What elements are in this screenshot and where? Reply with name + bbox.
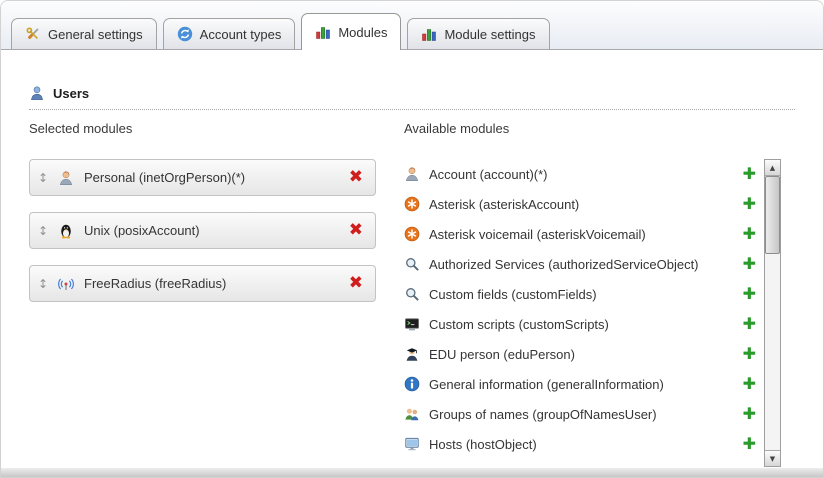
available-module-row: Asterisk voicemail (asteriskVoicemail) ✚ — [404, 219, 758, 249]
add-module-button[interactable]: ✚ — [743, 436, 758, 452]
available-module-row: General information (generalInformation)… — [404, 369, 758, 399]
add-module-button[interactable]: ✚ — [743, 286, 758, 302]
selected-module-row-personal[interactable]: ↕ Personal (inetOrgPerson)(*) ✖ — [29, 159, 376, 196]
selected-module-label: Unix (posixAccount) — [84, 223, 347, 238]
terminal-icon — [404, 316, 420, 332]
available-module-row: Authorized Services (authorizedServiceOb… — [404, 249, 758, 279]
available-module-label: EDU person (eduPerson) — [429, 347, 734, 362]
scrollbar[interactable]: ▲ ▼ — [764, 159, 781, 467]
available-module-label: Groups of names (groupOfNamesUser) — [429, 407, 734, 422]
selected-module-label: Personal (inetOrgPerson)(*) — [84, 170, 347, 185]
tab-label: Module settings — [444, 27, 535, 42]
available-module-label: Hosts (hostObject) — [429, 437, 734, 452]
info-icon — [404, 376, 420, 392]
selected-modules-heading: Selected modules — [29, 121, 376, 137]
bar-chart-icon — [421, 26, 437, 42]
section-title: Users — [53, 86, 89, 101]
scrollbar-thumb[interactable] — [765, 176, 780, 254]
add-module-button[interactable]: ✚ — [743, 406, 758, 422]
available-modules-column: Available modules Account (account)(*) ✚ — [404, 121, 783, 459]
add-module-button[interactable]: ✚ — [743, 316, 758, 332]
tab-module-settings[interactable]: Module settings — [407, 18, 549, 49]
host-icon — [404, 436, 420, 452]
tab-bar: General settings Account types — [1, 1, 823, 50]
available-module-label: General information (generalInformation) — [429, 377, 734, 392]
refresh-icon — [177, 26, 193, 42]
selected-modules-list: ↕ Personal (inetOrgPerson)(*) ✖ ↕ — [29, 159, 376, 302]
available-module-row: Account (account)(*) ✚ — [404, 159, 758, 189]
available-module-row: Custom scripts (customScripts) ✚ — [404, 309, 758, 339]
selected-module-row-freeradius[interactable]: ↕ FreeRadius (freeRadius) ✖ — [29, 265, 376, 302]
available-module-label: Asterisk voicemail (asteriskVoicemail) — [429, 227, 734, 242]
selected-modules-column: Selected modules ↕ Personal (inetOrgPers… — [29, 121, 376, 318]
magnifier-icon — [404, 256, 420, 272]
scrollbar-track[interactable] — [765, 176, 780, 450]
drag-handle-icon[interactable]: ↕ — [38, 224, 58, 238]
tab-label: General settings — [48, 27, 143, 42]
scroll-down-button[interactable]: ▼ — [765, 450, 780, 466]
tab-label: Modules — [338, 25, 387, 40]
available-modules-list: Account (account)(*) ✚ Asterisk (asteris… — [404, 159, 758, 459]
add-module-button[interactable]: ✚ — [743, 256, 758, 272]
add-module-button[interactable]: ✚ — [743, 376, 758, 392]
magnifier-icon — [404, 286, 420, 302]
tab-general-settings[interactable]: General settings — [11, 18, 157, 49]
remove-module-button[interactable]: ✖ — [347, 275, 365, 292]
section-heading: Users — [29, 85, 795, 110]
tab-modules[interactable]: Modules — [301, 13, 401, 50]
asterisk-icon — [404, 226, 420, 242]
available-module-row: Custom fields (customFields) ✚ — [404, 279, 758, 309]
edu-person-icon — [404, 346, 420, 362]
add-module-button[interactable]: ✚ — [743, 166, 758, 182]
available-module-label: Custom fields (customFields) — [429, 287, 734, 302]
available-module-row: Groups of names (groupOfNamesUser) ✚ — [404, 399, 758, 429]
add-module-button[interactable]: ✚ — [743, 196, 758, 212]
drag-handle-icon[interactable]: ↕ — [38, 277, 58, 291]
available-module-row: Hosts (hostObject) ✚ — [404, 429, 758, 459]
bar-chart-icon — [315, 24, 331, 40]
remove-module-button[interactable]: ✖ — [347, 222, 365, 239]
antenna-icon — [58, 276, 74, 292]
tools-icon — [25, 26, 41, 42]
group-icon — [404, 406, 420, 422]
penguin-icon — [58, 223, 74, 239]
person-icon — [58, 170, 74, 186]
tab-account-types[interactable]: Account types — [163, 18, 296, 49]
add-module-button[interactable]: ✚ — [743, 346, 758, 362]
available-module-label: Authorized Services (authorizedServiceOb… — [429, 257, 734, 272]
tab-label: Account types — [200, 27, 282, 42]
drag-handle-icon[interactable]: ↕ — [38, 171, 58, 185]
bottom-edge — [1, 468, 823, 477]
users-icon — [29, 85, 45, 101]
scroll-up-button[interactable]: ▲ — [765, 160, 780, 176]
person-icon — [404, 166, 420, 182]
available-module-label: Custom scripts (customScripts) — [429, 317, 734, 332]
available-module-row: Asterisk (asteriskAccount) ✚ — [404, 189, 758, 219]
config-page: General settings Account types — [0, 0, 824, 478]
available-module-label: Asterisk (asteriskAccount) — [429, 197, 734, 212]
remove-module-button[interactable]: ✖ — [347, 169, 365, 186]
asterisk-icon — [404, 196, 420, 212]
selected-module-label: FreeRadius (freeRadius) — [84, 276, 347, 291]
available-module-label: Account (account)(*) — [429, 167, 734, 182]
available-modules-heading: Available modules — [404, 121, 783, 137]
add-module-button[interactable]: ✚ — [743, 226, 758, 242]
available-module-row: EDU person (eduPerson) ✚ — [404, 339, 758, 369]
selected-module-row-unix[interactable]: ↕ Unix (posixAccount) ✖ — [29, 212, 376, 249]
